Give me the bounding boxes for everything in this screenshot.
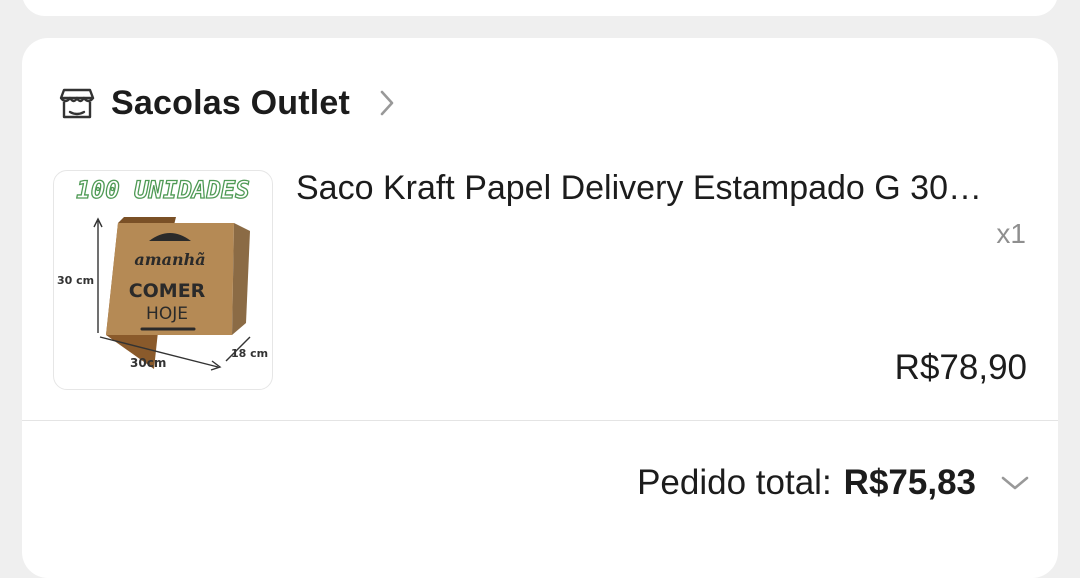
order-total-label: Pedido total:: [637, 463, 832, 502]
store-icon: [59, 88, 95, 119]
product-title[interactable]: Saco Kraft Papel Delivery Estampado G 30…: [296, 169, 1036, 208]
image-height-label: 30 cm: [57, 274, 94, 287]
previous-card: [22, 0, 1058, 16]
divider: [22, 420, 1058, 421]
image-bag-text-1: amanhã: [134, 250, 205, 269]
shop-name: Sacolas Outlet: [111, 83, 350, 122]
product-image[interactable]: 100 UNIDADES 30 cm amanhã COMER HOJE 30c…: [53, 170, 273, 390]
image-depth-label: 18 cm: [231, 347, 268, 360]
image-banner-text: 100 UNIDADES: [76, 176, 249, 204]
order-card: Sacolas Outlet 100 UNIDADES 30 cm amanhã…: [22, 38, 1058, 578]
chevron-right-icon: [380, 90, 394, 116]
image-width-label: 30cm: [130, 356, 166, 370]
shop-header[interactable]: Sacolas Outlet: [58, 78, 396, 128]
image-bag-text-3: HOJE: [146, 304, 188, 324]
order-total-row[interactable]: Pedido total: R$75,83: [637, 458, 1030, 508]
product-price: R$78,90: [894, 348, 1027, 387]
order-total-value: R$75,83: [843, 463, 976, 502]
image-bag-text-2: COMER: [129, 280, 206, 302]
chevron-down-icon: [1001, 476, 1029, 490]
product-quantity: x1: [996, 218, 1026, 249]
